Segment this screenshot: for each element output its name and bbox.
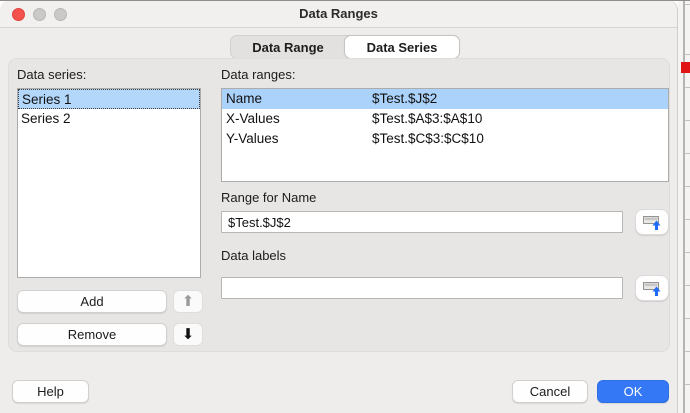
help-button[interactable]: Help (12, 380, 89, 403)
tab-control: Data Range Data Series (230, 35, 460, 59)
shrink-range-for-name-button[interactable] (635, 209, 669, 235)
data-series-listbox[interactable]: Series 1 Series 2 (17, 88, 201, 278)
data-ranges-label: Data ranges: (221, 67, 295, 82)
data-ranges-table[interactable]: Name $Test.$J$2 X-Values $Test.$A$3:$A$1… (221, 88, 669, 182)
background-spreadsheet-strip (678, 0, 690, 413)
row-role: Y-Values (222, 129, 372, 149)
shrink-icon (640, 276, 664, 300)
move-down-button[interactable]: ⬇ (173, 323, 203, 346)
data-series-tab-page: Data series: Series 1 Series 2 Add ⬆ Rem… (8, 58, 670, 352)
table-row-x-values[interactable]: X-Values $Test.$A$3:$A$10 (222, 109, 668, 129)
row-range: $Test.$C$3:$C$10 (372, 129, 668, 149)
data-labels-label: Data labels (221, 248, 286, 263)
screen-top-edge (0, 0, 690, 1)
arrow-up-icon: ⬆ (182, 294, 195, 309)
add-button[interactable]: Add (17, 290, 167, 313)
row-range: $Test.$A$3:$A$10 (372, 109, 668, 129)
table-row-y-values[interactable]: Y-Values $Test.$C$3:$C$10 (222, 129, 668, 149)
remove-button[interactable]: Remove (17, 323, 167, 346)
data-ranges-dialog: Data Ranges Data Range Data Series Data … (0, 0, 678, 413)
list-item-series-1[interactable]: Series 1 (18, 89, 200, 109)
range-for-name-input[interactable] (221, 211, 623, 233)
row-range: $Test.$J$2 (372, 89, 668, 109)
range-for-name-label: Range for Name (221, 190, 316, 205)
tab-data-series[interactable]: Data Series (344, 35, 460, 59)
data-labels-input[interactable] (221, 277, 623, 299)
move-up-button[interactable]: ⬆ (173, 290, 203, 313)
cancel-button[interactable]: Cancel (512, 380, 588, 403)
dialog-title: Data Ranges (0, 6, 677, 21)
shrink-data-labels-button[interactable] (635, 275, 669, 301)
arrow-down-icon: ⬇ (182, 327, 195, 342)
row-role: X-Values (222, 109, 372, 129)
red-chart-mark (681, 62, 690, 73)
tab-data-range[interactable]: Data Range (231, 36, 345, 58)
ok-button[interactable]: OK (597, 380, 669, 403)
table-row-name[interactable]: Name $Test.$J$2 (222, 89, 668, 109)
shrink-icon (640, 210, 664, 234)
data-series-label: Data series: (17, 67, 86, 82)
row-role: Name (222, 89, 372, 109)
titlebar[interactable]: Data Ranges (0, 0, 677, 28)
list-item-series-2[interactable]: Series 2 (18, 109, 200, 129)
